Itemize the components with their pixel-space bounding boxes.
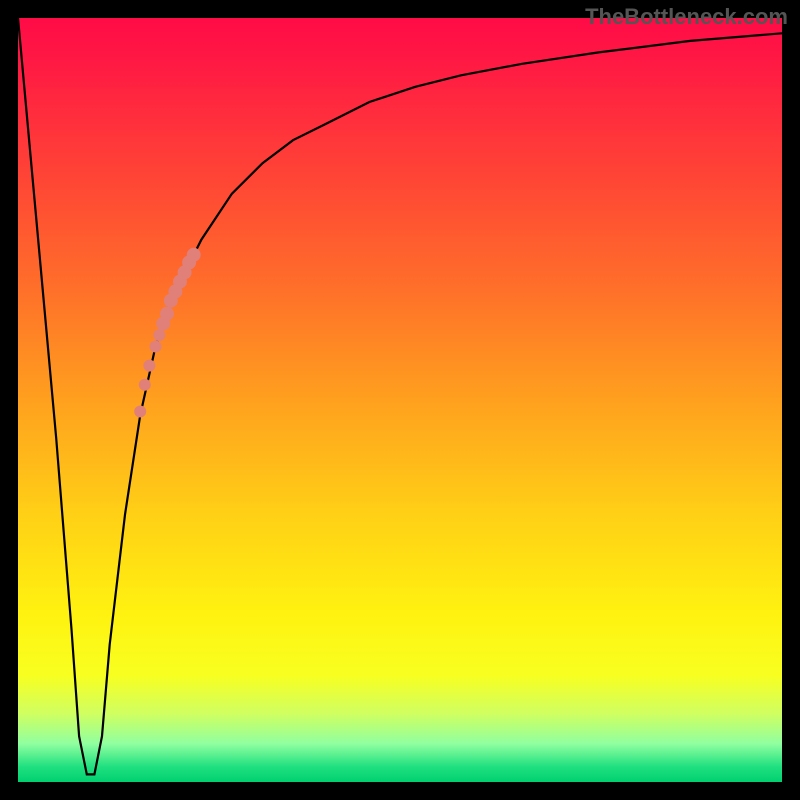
chart-svg bbox=[18, 18, 782, 782]
watermark-text: TheBottleneck.com bbox=[585, 4, 788, 30]
highlight-dot bbox=[150, 341, 162, 353]
highlight-dot bbox=[187, 248, 201, 262]
highlight-dot bbox=[153, 329, 165, 341]
bottleneck-curve-line bbox=[18, 18, 782, 774]
highlight-dot bbox=[134, 406, 146, 418]
highlight-dot bbox=[143, 360, 155, 372]
plot-area bbox=[18, 18, 782, 782]
highlight-dot bbox=[160, 307, 174, 321]
highlight-dots-group bbox=[134, 248, 201, 418]
highlight-dot bbox=[139, 379, 151, 391]
